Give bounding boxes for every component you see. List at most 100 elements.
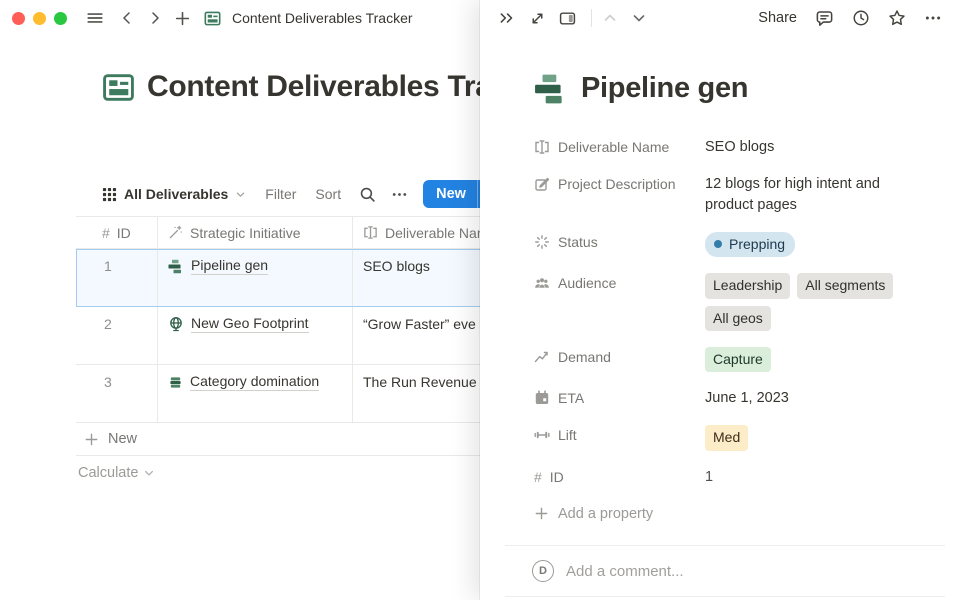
board-icon xyxy=(204,10,221,27)
plus-icon xyxy=(84,432,99,447)
page-link[interactable]: New Geo Footprint xyxy=(168,315,309,333)
property-row-status: Status Prepping xyxy=(534,224,934,265)
expand-page-icon[interactable] xyxy=(529,10,546,27)
audience-tag[interactable]: All segments xyxy=(797,273,893,298)
property-label[interactable]: Audience xyxy=(534,273,705,291)
more-options-icon[interactable] xyxy=(391,186,408,203)
close-window-button[interactable] xyxy=(12,12,25,25)
audience-tag[interactable]: Leadership xyxy=(705,273,790,298)
chevron-down-icon[interactable] xyxy=(631,10,647,26)
comment-input[interactable]: Add a comment... xyxy=(566,563,684,580)
column-header-strategic-initiative[interactable]: Strategic Initiative xyxy=(158,217,353,248)
sidebar-menu-icon[interactable] xyxy=(86,9,104,27)
property-label[interactable]: # ID xyxy=(534,467,705,485)
peek-title-text: Pipeline gen xyxy=(581,72,748,105)
close-peek-icon[interactable] xyxy=(498,9,516,27)
board-icon xyxy=(102,71,135,104)
minimize-window-button[interactable] xyxy=(33,12,46,25)
cell-id[interactable]: 1 xyxy=(76,249,158,306)
calendar-icon xyxy=(534,390,550,406)
property-row-eta: ETA June 1, 2023 xyxy=(534,380,934,417)
plus-icon xyxy=(534,506,549,521)
properties-list: Deliverable Name SEO blogs Project Descr… xyxy=(534,129,934,532)
filter-button[interactable]: Filter xyxy=(265,186,296,202)
peek-topbar: Share xyxy=(480,0,960,36)
cell-id[interactable]: 3 xyxy=(76,365,158,422)
property-label[interactable]: Project Description xyxy=(534,174,705,192)
status-dot xyxy=(714,240,722,248)
peek-panel: Share Pipeline gen xyxy=(480,0,960,600)
edit-icon xyxy=(534,176,550,192)
people-icon xyxy=(534,275,550,291)
chevron-up-icon[interactable] xyxy=(602,10,618,26)
tab-title[interactable]: Content Deliverables Tracker xyxy=(232,10,413,26)
property-row-deliverable-name: Deliverable Name SEO blogs xyxy=(534,129,934,166)
property-value[interactable]: June 1, 2023 xyxy=(705,388,920,409)
forward-icon[interactable] xyxy=(147,10,163,26)
property-value[interactable]: SEO blogs xyxy=(705,137,920,158)
column-header-id[interactable]: # ID xyxy=(76,217,158,248)
property-row-lift: Lift Med xyxy=(534,417,934,458)
status-badge[interactable]: Prepping xyxy=(705,232,795,257)
dumbbell-icon xyxy=(534,427,550,443)
avatar: D xyxy=(532,560,554,582)
chevron-down-icon xyxy=(143,467,155,479)
spinner-icon xyxy=(534,234,550,250)
wand-icon xyxy=(168,225,183,240)
zoom-window-button[interactable] xyxy=(54,12,67,25)
peek-page-title[interactable]: Pipeline gen xyxy=(534,72,748,105)
stack-icon xyxy=(168,375,183,390)
share-button[interactable]: Share xyxy=(758,10,797,26)
comment-section: D Add a comment... xyxy=(505,545,945,597)
view-switcher[interactable]: All Deliverables xyxy=(102,186,246,202)
cell-initiative[interactable]: Pipeline gen xyxy=(158,249,353,306)
cell-initiative[interactable]: New Geo Footprint xyxy=(158,307,353,364)
hash-icon: # xyxy=(534,470,542,484)
property-value[interactable]: 12 blogs for high intent and product pag… xyxy=(705,174,920,216)
new-tab-icon[interactable] xyxy=(174,10,191,27)
page-link[interactable]: Category domination xyxy=(168,373,319,391)
property-label[interactable]: Deliverable Name xyxy=(534,137,705,155)
property-value[interactable]: Prepping xyxy=(705,232,920,257)
text-icon xyxy=(363,225,378,240)
sort-button[interactable]: Sort xyxy=(315,186,341,202)
audience-tag[interactable]: All geos xyxy=(705,306,771,331)
property-row-demand: Demand Capture xyxy=(534,339,934,380)
property-label[interactable]: Lift xyxy=(534,425,705,443)
text-icon xyxy=(534,139,550,155)
hash-icon: # xyxy=(102,225,110,241)
window-titlebar: Content Deliverables Tracker xyxy=(0,0,480,36)
property-row-id: # ID 1 xyxy=(534,459,934,496)
property-value[interactable]: Med xyxy=(705,425,920,450)
globe-icon xyxy=(168,316,184,332)
app-window: Content Deliverables Tracker Content Del… xyxy=(0,0,960,600)
updates-clock-icon[interactable] xyxy=(852,9,870,27)
more-options-icon[interactable] xyxy=(924,9,942,27)
line-chart-icon xyxy=(534,349,550,365)
chevron-down-icon xyxy=(235,189,246,200)
new-record-button-label: New xyxy=(423,180,477,208)
search-icon[interactable] xyxy=(359,186,376,203)
property-row-audience: Audience Leadership All segments All geo… xyxy=(534,265,934,339)
property-value[interactable]: Capture xyxy=(705,347,920,372)
property-value[interactable]: 1 xyxy=(705,467,920,488)
side-peek-icon[interactable] xyxy=(559,10,576,27)
back-icon[interactable] xyxy=(119,10,135,26)
view-name: All Deliverables xyxy=(124,186,228,202)
demand-tag[interactable]: Capture xyxy=(705,347,771,372)
pipeline-bars-icon xyxy=(168,259,184,274)
property-row-project-description: Project Description 12 blogs for high in… xyxy=(534,166,934,224)
lift-tag[interactable]: Med xyxy=(705,425,748,450)
property-label[interactable]: Status xyxy=(534,232,705,250)
property-value[interactable]: Leadership All segments All geos xyxy=(705,273,920,331)
divider xyxy=(591,9,592,27)
cell-initiative[interactable]: Category domination xyxy=(158,365,353,422)
add-property-button[interactable]: Add a property xyxy=(534,496,934,532)
traffic-lights xyxy=(12,12,67,25)
favorite-star-icon[interactable] xyxy=(888,9,906,27)
property-label[interactable]: ETA xyxy=(534,388,705,406)
page-link[interactable]: Pipeline gen xyxy=(168,257,268,275)
cell-id[interactable]: 2 xyxy=(76,307,158,364)
property-label[interactable]: Demand xyxy=(534,347,705,365)
comments-icon[interactable] xyxy=(815,9,834,28)
